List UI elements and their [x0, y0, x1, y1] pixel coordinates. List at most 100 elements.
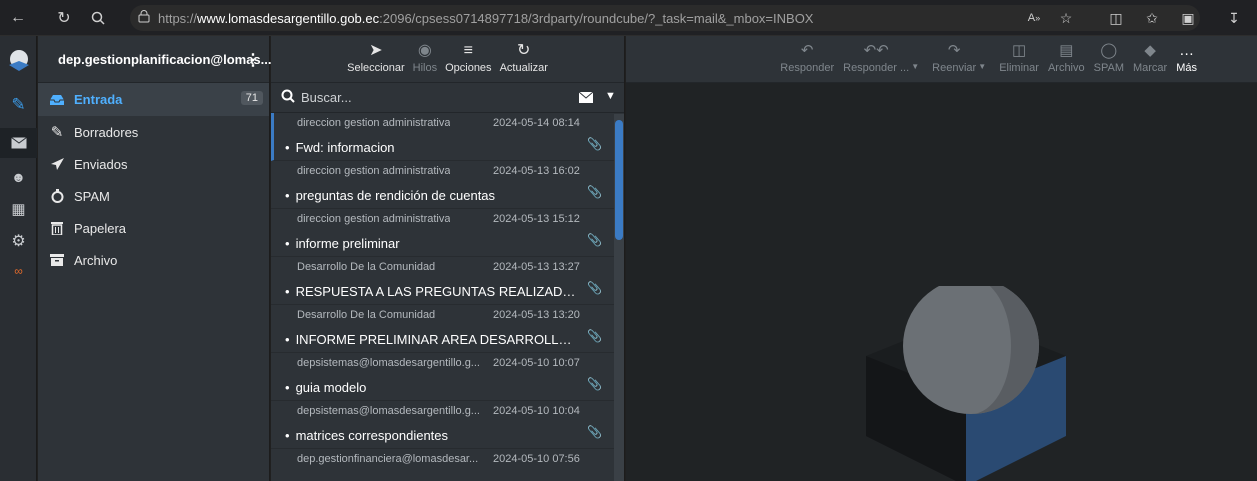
contacts-icon[interactable]: ☻	[0, 162, 37, 192]
message-row[interactable]: Desarrollo De la Comunidad 2024-05-13 13…	[271, 305, 624, 353]
mail-icon[interactable]	[0, 128, 37, 158]
chevron-down-icon[interactable]: ▼	[978, 62, 986, 71]
url-path: :2096/cpsess0714897718/3rdparty/roundcub…	[379, 10, 814, 26]
forward-button[interactable]: ↷ Reenviar ▼	[932, 42, 986, 74]
reply-all-icon: ↶↶	[863, 42, 889, 59]
message-subject: guia modelo	[285, 380, 367, 395]
folder-panel: dep.gestionplanificacion@lomas... ⋮ Entr…	[38, 36, 272, 481]
folder-label: Archivo	[74, 252, 118, 268]
settings-icon[interactable]: ⚙	[0, 226, 37, 256]
fire-icon: ◯	[1100, 42, 1118, 59]
message-row[interactable]: dep.gestionfinanciera@lomasdesar... 2024…	[271, 449, 624, 481]
tag-icon: ◆	[1144, 42, 1156, 59]
read-aloud-icon[interactable]: A»	[1022, 6, 1046, 30]
message-row[interactable]: direccion gestion administrativa 2024-05…	[271, 113, 624, 161]
message-list: direccion gestion administrativa 2024-05…	[271, 113, 624, 481]
favorite-icon[interactable]: ☆	[1054, 6, 1078, 30]
message-date: 2024-05-14 08:14	[493, 117, 580, 129]
reply-button[interactable]: ↶ Responder	[780, 42, 834, 74]
split-screen-icon[interactable]: ◫	[1104, 6, 1128, 30]
message-date: 2024-05-10 10:04	[493, 405, 580, 417]
search-icon[interactable]	[281, 89, 295, 106]
favorites-icon[interactable]: ✩	[1140, 6, 1164, 30]
kebab-menu-icon[interactable]: ⋮	[245, 50, 261, 70]
message-row[interactable]: direccion gestion administrativa 2024-05…	[271, 161, 624, 209]
attachment-icon: 📎	[587, 377, 602, 391]
attachment-icon: 📎	[587, 233, 602, 247]
message-sender: direccion gestion administrativa	[297, 213, 451, 225]
message-row[interactable]: depsistemas@lomasdesargentillo.g... 2024…	[271, 401, 624, 449]
refresh-button[interactable]: ↻ Actualizar	[500, 42, 548, 74]
collections-icon[interactable]: ▣	[1176, 6, 1200, 30]
list-toolbar: ➤ Seleccionar ◉ Hilos ≡ Opciones ↻ Actua…	[271, 36, 624, 83]
search-input[interactable]	[301, 90, 561, 105]
message-subject: preguntas de rendición de cuentas	[285, 188, 495, 203]
threads-button[interactable]: ◉ Hilos	[413, 42, 437, 74]
folder-spam[interactable]: SPAM	[38, 180, 269, 212]
archive-label: Archivo	[1047, 62, 1085, 74]
spam-label: SPAM	[1093, 62, 1124, 74]
trash-icon: ◫	[1011, 42, 1027, 59]
options-button[interactable]: ≡ Opciones	[445, 42, 491, 74]
message-date: 2024-05-10 10:07	[493, 357, 580, 369]
attachment-icon: 📎	[587, 281, 602, 295]
fire-icon	[46, 189, 68, 203]
folder-drafts[interactable]: ✎ Borradores	[38, 116, 269, 148]
envelope-icon[interactable]	[578, 91, 594, 106]
threads-icon: ◉	[417, 42, 432, 59]
trash-icon	[46, 221, 68, 235]
delete-button[interactable]: ◫ Eliminar	[999, 42, 1039, 74]
search-icon[interactable]	[84, 4, 112, 32]
paper-plane-icon	[46, 157, 68, 171]
archive-button[interactable]: ▤ Archivo	[1048, 42, 1085, 74]
folder-sent[interactable]: Enviados	[38, 148, 269, 180]
select-label: Seleccionar	[347, 62, 405, 74]
message-row[interactable]: direccion gestion administrativa 2024-05…	[271, 209, 624, 257]
message-subject: informe preliminar	[285, 236, 400, 251]
folder-label: Borradores	[74, 124, 139, 140]
calendar-icon[interactable]: ▦	[0, 194, 37, 224]
message-sender: depsistemas@lomasdesargentillo.g...	[297, 357, 480, 369]
folder-inbox[interactable]: Entrada 71	[38, 83, 269, 116]
chevron-down-icon[interactable]: ▼	[605, 90, 616, 102]
folder-trash[interactable]: Papelera	[38, 212, 269, 244]
delete-label: Eliminar	[999, 62, 1039, 74]
message-subject: Fwd: informacion	[285, 140, 395, 155]
message-row[interactable]: Desarrollo De la Comunidad 2024-05-13 13…	[271, 257, 624, 305]
list-scrollbar[interactable]	[614, 114, 624, 481]
downloads-icon[interactable]: ↧	[1222, 6, 1246, 30]
webmail-app: ✎ ☻ ▦ ⚙ ∞ dep.gestionplanificacion@lomas…	[0, 36, 1257, 481]
chevron-down-icon[interactable]: ▼	[911, 62, 919, 71]
url-text[interactable]: https://www.lomasdesargentillo.gob.ec:20…	[158, 11, 813, 26]
account-header[interactable]: dep.gestionplanificacion@lomas... ⋮	[38, 36, 272, 83]
forward-label: Reenviar	[932, 62, 977, 74]
lock-icon[interactable]	[138, 10, 150, 26]
scrollbar-thumb[interactable]	[615, 120, 623, 240]
message-date: 2024-05-13 16:02	[493, 165, 580, 177]
mark-label: Marcar	[1132, 62, 1168, 74]
back-arrow-icon[interactable]: ←	[4, 4, 32, 32]
compose-icon[interactable]: ✎	[0, 90, 37, 120]
threads-label: Hilos	[412, 62, 438, 74]
more-button[interactable]: … Más	[1176, 42, 1197, 74]
message-sender: Desarrollo De la Comunidad	[297, 261, 436, 273]
folder-label: SPAM	[74, 188, 110, 204]
message-date: 2024-05-10 07:56	[493, 453, 580, 465]
folder-label: Enviados	[74, 156, 128, 172]
mark-button[interactable]: ◆ Marcar	[1133, 42, 1167, 74]
logo-icon[interactable]	[0, 44, 37, 78]
spam-button[interactable]: ◯ SPAM	[1094, 42, 1124, 74]
folder-archive[interactable]: Archivo	[38, 244, 269, 276]
message-toolbar: ↶ Responder ↶↶ Responder ... ▼ ↷ Reenvia…	[626, 36, 1257, 83]
url-domain: www.lomasdesargentillo.gob.ec	[197, 10, 380, 26]
select-button[interactable]: ➤ Seleccionar	[347, 42, 404, 74]
cursor-icon: ➤	[369, 42, 383, 59]
message-date: 2024-05-13 15:12	[493, 213, 580, 225]
attachment-icon: 📎	[587, 137, 602, 151]
message-row[interactable]: depsistemas@lomasdesargentillo.g... 2024…	[271, 353, 624, 401]
reply-all-button[interactable]: ↶↶ Responder ... ▼	[843, 42, 919, 74]
message-date: 2024-05-13 13:27	[493, 261, 580, 273]
refresh-icon[interactable]: ↻	[50, 4, 78, 32]
link-icon[interactable]: ∞	[0, 256, 37, 286]
pencil-icon: ✎	[50, 124, 64, 141]
